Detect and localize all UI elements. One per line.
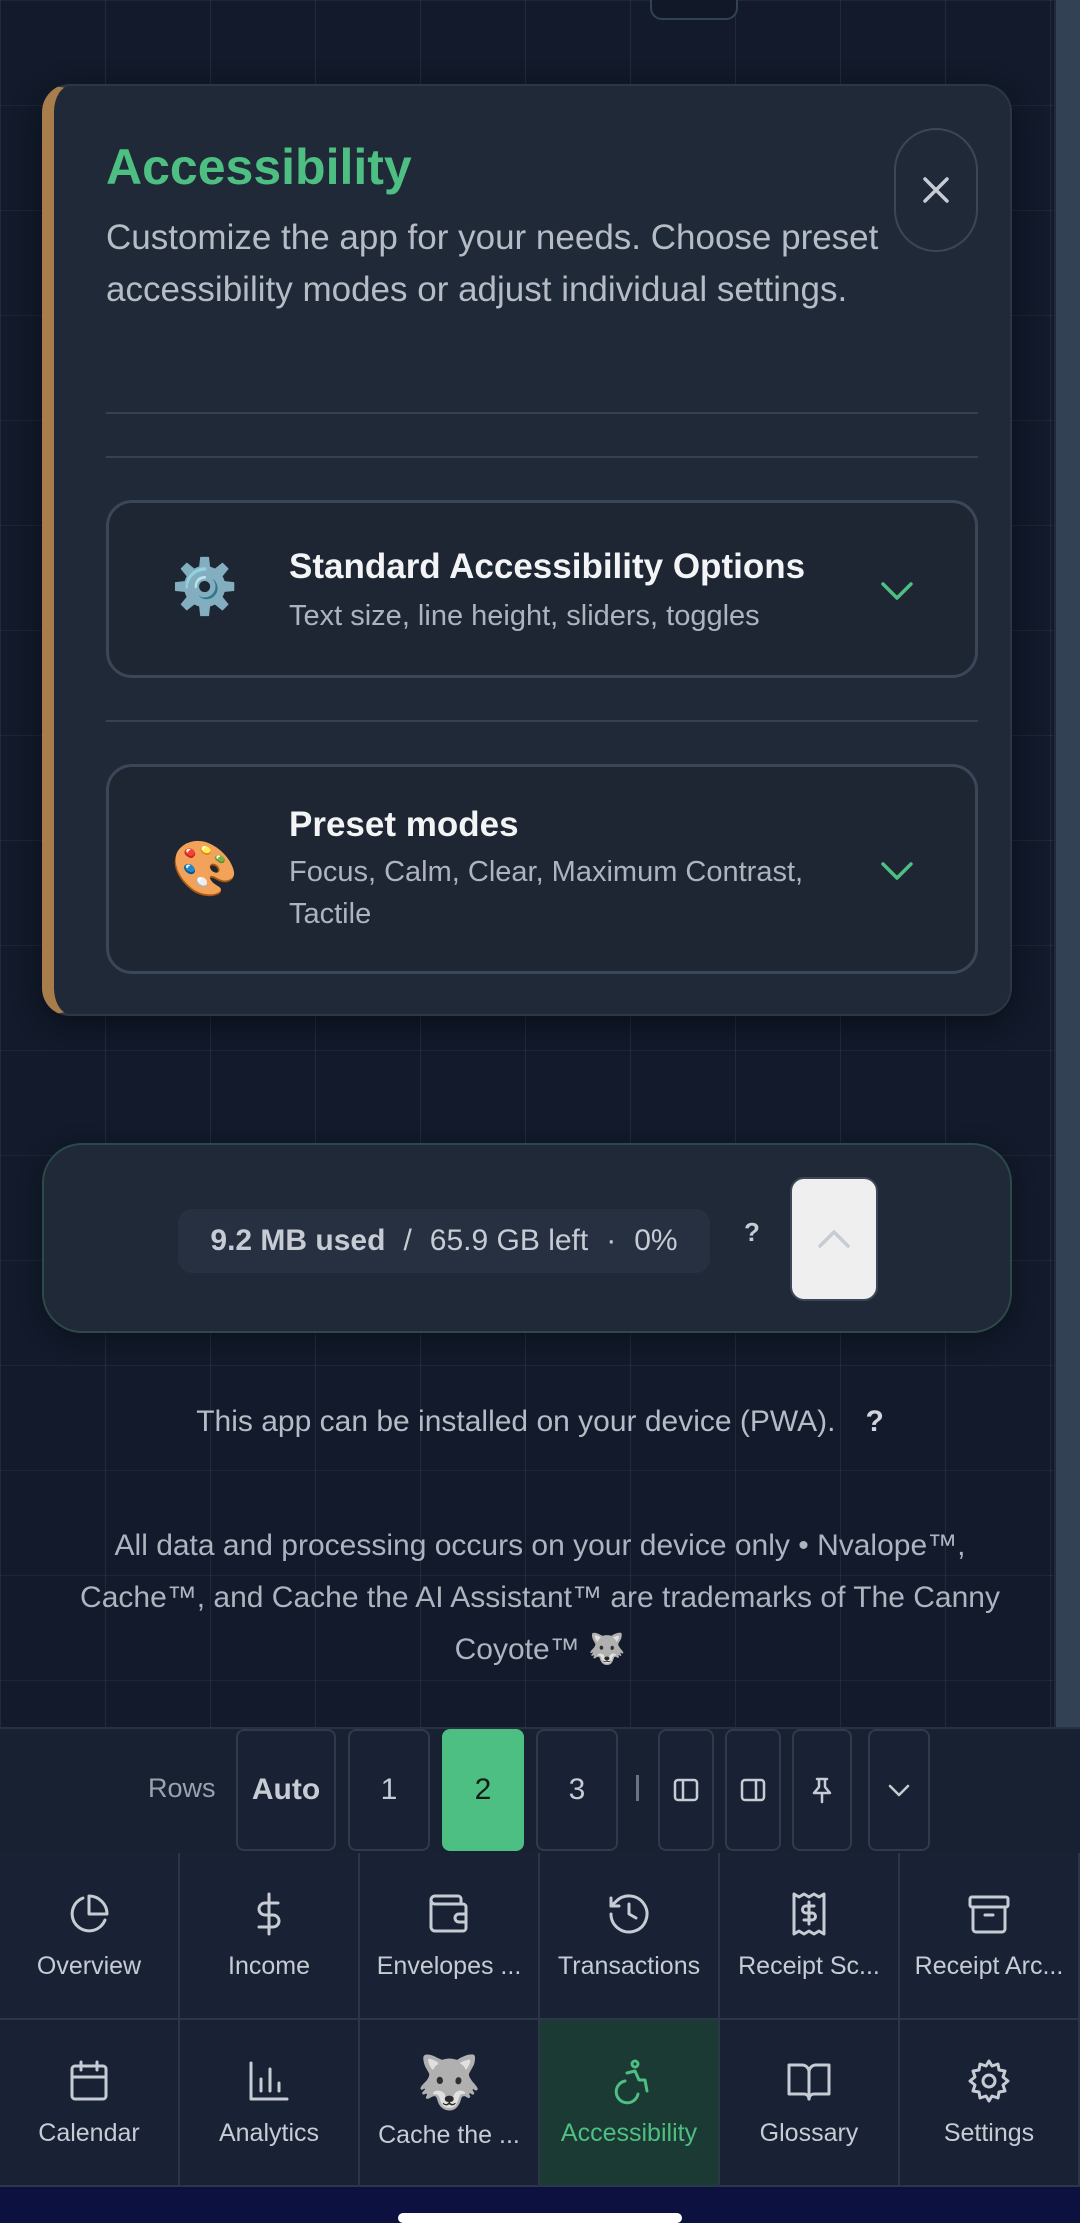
gear-icon: [968, 2059, 1010, 2103]
rows-toolbar: Rows Auto 1 2 3: [0, 1727, 1080, 1853]
nav-item-receipt-scanner[interactable]: Receipt Sc...: [720, 1853, 900, 2020]
more-options-button[interactable]: [868, 1729, 930, 1851]
nav-label: Transactions: [557, 1952, 701, 1980]
nav-label: Receipt Arc...: [914, 1952, 1064, 1980]
close-button[interactable]: [894, 128, 978, 252]
divider: [106, 720, 978, 722]
standard-options-accordion[interactable]: ⚙️ Standard Accessibility Options Text s…: [106, 500, 978, 678]
nav-label: Envelopes ...: [376, 1952, 522, 1980]
storage-left: 65.9 GB left: [429, 1224, 589, 1257]
book-icon: [787, 2063, 831, 2101]
close-icon: [923, 177, 949, 203]
bar-chart-icon: [249, 2061, 289, 2101]
nav-item-envelopes[interactable]: Envelopes ...: [360, 1853, 540, 2020]
panel-title: Accessibility: [106, 139, 412, 195]
dock-left-button[interactable]: [658, 1729, 714, 1851]
receipt-icon: [792, 1892, 826, 1936]
dollar-icon: [257, 1892, 281, 1936]
storage-collapse-button[interactable]: [790, 1177, 878, 1301]
nav-item-analytics[interactable]: Analytics: [180, 2020, 360, 2187]
dock-right-button[interactable]: [725, 1729, 781, 1851]
nav-item-settings[interactable]: Settings: [900, 2020, 1080, 2187]
nav-label: Income: [228, 1952, 310, 1980]
scrollbar-track[interactable]: [1054, 0, 1080, 1727]
calendar-icon: [70, 2060, 108, 2101]
preset-modes-accordion[interactable]: 🎨 Preset modes Focus, Calm, Clear, Maxim…: [106, 764, 978, 974]
accordion-title: Preset modes: [289, 805, 519, 844]
storage-separator: /: [403, 1224, 412, 1257]
chevron-down-icon: [881, 582, 913, 600]
nav-label: Glossary: [759, 2119, 859, 2147]
panel-right-icon: [740, 1778, 766, 1802]
palette-emoji-icon: 🎨: [171, 839, 239, 899]
pwa-install-note: This app can be installed on your device…: [0, 1405, 1080, 1439]
divider: [106, 456, 978, 458]
rows-option-1[interactable]: 1: [348, 1729, 430, 1851]
storage-percent: 0%: [634, 1224, 678, 1257]
toolbar-separator: [636, 1775, 639, 1801]
divider: [106, 412, 978, 414]
panel-left-icon: [673, 1778, 699, 1802]
nav-item-income[interactable]: Income: [180, 1853, 360, 2020]
wallet-icon: [429, 1894, 468, 1933]
pwa-text: This app can be installed on your device…: [196, 1405, 836, 1438]
bottom-navigation: Overview Income Envelopes ... Transactio…: [0, 1853, 1080, 2187]
wolf-icon: 🐺: [416, 2054, 482, 2112]
system-home-bar: [0, 2187, 1080, 2223]
trademark-footer: All data and processing occurs on your d…: [80, 1529, 1000, 1666]
rows-option-2[interactable]: 2: [442, 1729, 524, 1851]
storage-dot: ·: [606, 1224, 617, 1257]
nav-label: Accessibility: [560, 2119, 698, 2147]
nav-label: Calendar: [38, 2119, 140, 2147]
history-icon: [609, 1894, 649, 1934]
panel-description: Customize the app for your needs. Choose…: [106, 218, 879, 309]
gear-emoji-icon: ⚙️: [171, 557, 239, 617]
storage-summary: 9.2 MB used / 65.9 GB left · 0%: [178, 1209, 710, 1273]
accordion-title: Standard Accessibility Options: [289, 547, 806, 586]
rows-option-auto[interactable]: Auto: [236, 1729, 336, 1851]
accordion-subtitle: Focus, Calm, Clear, Maximum Contrast, Ta…: [289, 856, 804, 930]
rows-label: Rows: [148, 1773, 216, 1803]
nav-item-receipt-archive[interactable]: Receipt Arc...: [900, 1853, 1080, 2020]
pie-chart-icon: [70, 1894, 109, 1933]
pin-button[interactable]: [792, 1729, 852, 1851]
storage-indicator: 9.2 MB used / 65.9 GB left · 0% ?: [42, 1143, 1012, 1333]
nav-label: Cache the ...: [378, 2121, 520, 2149]
chevron-up-icon: [818, 1230, 850, 1248]
accessibility-icon: [614, 2059, 649, 2105]
rows-option-3[interactable]: 3: [536, 1729, 618, 1851]
nav-label: Overview: [36, 1952, 142, 1980]
archive-icon: [968, 1895, 1010, 1934]
accessibility-panel: Accessibility Customize the app for your…: [42, 84, 1012, 1016]
storage-help-button[interactable]: ?: [744, 1217, 760, 1248]
chevron-down-icon: [881, 862, 913, 880]
nav-label: Analytics: [218, 2119, 320, 2147]
nav-item-overview[interactable]: Overview: [0, 1853, 180, 2020]
nav-label: Receipt Sc...: [738, 1952, 880, 1980]
nav-item-transactions[interactable]: Transactions: [540, 1853, 720, 2020]
nav-item-accessibility[interactable]: Accessibility: [540, 2020, 720, 2187]
nav-item-calendar[interactable]: Calendar: [0, 2020, 180, 2187]
nav-item-glossary[interactable]: Glossary: [720, 2020, 900, 2187]
home-indicator[interactable]: [398, 2213, 682, 2223]
accordion-subtitle: Text size, line height, sliders, toggles: [289, 600, 760, 632]
nav-label: Settings: [943, 2119, 1035, 2147]
chevron-down-icon: [888, 1784, 910, 1797]
storage-used: 9.2 MB used: [210, 1224, 386, 1257]
top-control-stub[interactable]: [650, 0, 738, 20]
pin-icon: [812, 1777, 832, 1804]
nav-item-cache-assistant[interactable]: 🐺 Cache the ...: [360, 2020, 540, 2187]
pwa-help-button[interactable]: ?: [865, 1405, 883, 1438]
